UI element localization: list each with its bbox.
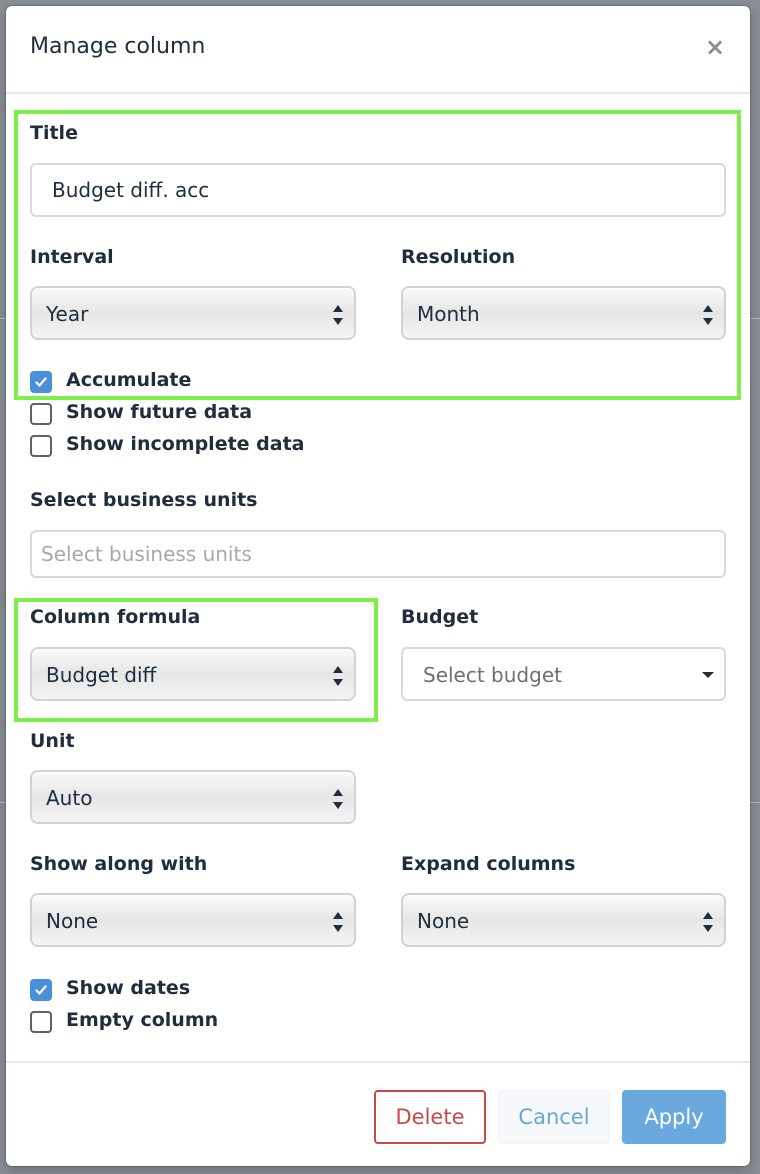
unit-select-value: Auto [46, 786, 93, 810]
show-incomplete-data-label: Show incomplete data [66, 433, 305, 455]
business-units-input[interactable] [30, 530, 726, 578]
dialog-header: Manage column × [6, 6, 750, 94]
select-arrows-icon [703, 912, 713, 932]
show-incomplete-data-checkbox[interactable] [30, 435, 52, 457]
expand-columns-select-value: None [417, 909, 470, 933]
dialog-footer: Delete Cancel Apply [6, 1061, 750, 1166]
interval-label: Interval [30, 246, 114, 268]
show-dates-checkbox[interactable] [30, 979, 52, 1001]
unit-select[interactable]: Auto [30, 770, 356, 824]
resolution-select[interactable]: Month [401, 286, 726, 340]
select-arrows-icon [333, 666, 343, 686]
delete-button[interactable]: Delete [374, 1090, 486, 1144]
business-units-label: Select business units [30, 489, 258, 511]
apply-button[interactable]: Apply [622, 1090, 726, 1144]
show-along-with-select[interactable]: None [30, 893, 356, 947]
empty-column-label: Empty column [66, 1009, 219, 1031]
unit-label: Unit [30, 730, 75, 752]
interval-select-value: Year [46, 302, 89, 326]
checkmark-icon [35, 985, 47, 995]
show-future-data-label: Show future data [66, 401, 253, 423]
accumulate-label: Accumulate [66, 369, 192, 391]
show-future-data-checkbox[interactable] [30, 403, 52, 425]
budget-dropdown-placeholder: Select budget [423, 663, 562, 687]
dialog-title: Manage column [30, 34, 206, 59]
checkmark-icon [35, 377, 47, 387]
empty-column-checkbox[interactable] [30, 1011, 52, 1033]
resolution-select-value: Month [417, 302, 480, 326]
interval-select[interactable]: Year [30, 286, 356, 340]
column-formula-select[interactable]: Budget diff [30, 647, 356, 701]
column-formula-select-value: Budget diff [46, 663, 157, 687]
show-along-with-label: Show along with [30, 853, 208, 875]
title-label: Title [30, 122, 78, 144]
manage-column-dialog: Manage column × Title Interval Year Reso… [6, 6, 750, 1166]
budget-dropdown[interactable]: Select budget [401, 647, 726, 701]
select-arrows-icon [333, 789, 343, 809]
title-input[interactable] [30, 163, 726, 217]
column-formula-label: Column formula [30, 606, 201, 628]
expand-columns-label: Expand columns [401, 853, 576, 875]
resolution-label: Resolution [401, 246, 516, 268]
expand-columns-select[interactable]: None [401, 893, 726, 947]
cancel-button[interactable]: Cancel [498, 1090, 610, 1144]
close-icon[interactable]: × [702, 34, 728, 60]
budget-label: Budget [401, 606, 479, 628]
select-arrows-icon [703, 305, 713, 325]
caret-down-icon [702, 672, 714, 678]
select-arrows-icon [333, 912, 343, 932]
highlight-box-title-section [14, 110, 741, 400]
show-along-with-select-value: None [46, 909, 99, 933]
show-dates-label: Show dates [66, 977, 191, 999]
select-arrows-icon [333, 305, 343, 325]
accumulate-checkbox[interactable] [30, 371, 52, 393]
